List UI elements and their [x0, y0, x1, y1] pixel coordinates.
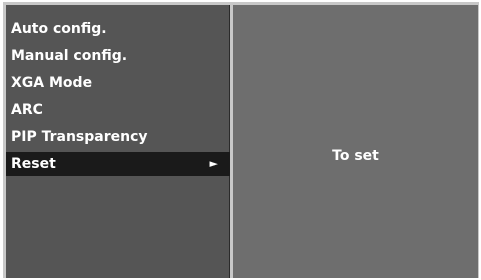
menu-list: Auto config. Manual config. XGA Mode ARC…	[6, 16, 230, 176]
menu-item-label: ARC	[11, 102, 43, 118]
menu-panel: Auto config. Manual config. XGA Mode ARC…	[6, 5, 230, 278]
menu-item-xga-mode[interactable]: XGA Mode	[6, 70, 230, 97]
right-triangle-icon: ►	[209, 157, 218, 170]
menu-item-label: XGA Mode	[11, 75, 93, 91]
menu-item-label: Manual config.	[11, 48, 128, 64]
menu-item-pip-transparency[interactable]: PIP Transparency	[6, 124, 230, 151]
menu-item-label: Reset	[11, 156, 56, 172]
menu-item-reset[interactable]: Reset ►	[6, 152, 230, 176]
menu-item-label: Auto config.	[11, 21, 107, 37]
detail-panel: To set	[233, 5, 478, 278]
menu-item-auto-config[interactable]: Auto config.	[6, 16, 230, 43]
menu-item-arc[interactable]: ARC	[6, 97, 230, 124]
osd-menu-frame: Auto config. Manual config. XGA Mode ARC…	[3, 2, 479, 278]
menu-item-label: PIP Transparency	[11, 129, 148, 145]
detail-text: To set	[332, 148, 379, 164]
menu-item-manual-config[interactable]: Manual config.	[6, 43, 230, 70]
